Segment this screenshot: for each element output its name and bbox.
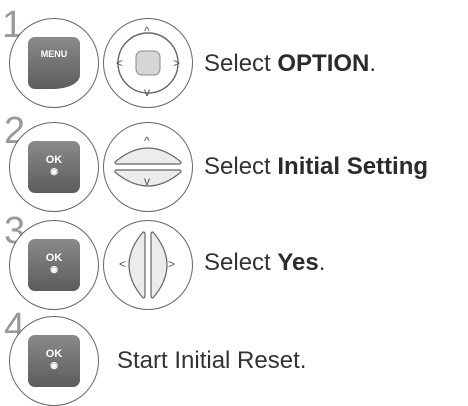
ok-dot-icon: ◉ xyxy=(50,264,58,274)
step-4: 4 OK ◉ Start Initial Reset. xyxy=(0,308,468,406)
arrow-right-icon[interactable]: > xyxy=(173,56,180,70)
menu-button[interactable]: MENU xyxy=(28,37,80,89)
step-3: 3 OK ◉ < > Select Yes. xyxy=(0,212,468,312)
arrow-down-icon[interactable]: v xyxy=(144,85,150,99)
step-1: 1 MENU ^ v < > Select OPTION. xyxy=(0,0,468,108)
left-right-buttons[interactable] xyxy=(103,220,193,310)
ok-label: OK xyxy=(45,252,63,264)
ok-label: OK xyxy=(45,154,63,166)
ok-label: OK xyxy=(45,348,63,360)
step-3-instruction: Select Yes. xyxy=(204,249,326,276)
step-1-instruction: Select OPTION. xyxy=(204,50,377,77)
menu-button-label: MENU xyxy=(40,49,68,59)
ok-button[interactable]: OK ◉ xyxy=(28,335,80,387)
arrow-down-icon[interactable]: v xyxy=(144,174,150,188)
arrow-right-icon[interactable]: > xyxy=(168,257,175,271)
arrow-left-icon[interactable]: < xyxy=(119,257,126,271)
step-2: 2 OK ◉ ^ v Select Initial Setting xyxy=(0,112,468,212)
arrow-left-icon[interactable]: < xyxy=(116,56,123,70)
ok-button[interactable]: OK ◉ xyxy=(28,141,80,193)
arrow-up-icon[interactable]: ^ xyxy=(144,24,150,38)
ok-dot-icon: ◉ xyxy=(50,166,58,176)
step-4-instruction: Start Initial Reset. xyxy=(117,347,307,374)
ok-button[interactable]: OK ◉ xyxy=(28,239,80,291)
arrow-up-icon[interactable]: ^ xyxy=(144,134,150,148)
ok-dot-icon: ◉ xyxy=(50,360,58,370)
step-2-instruction: Select Initial Setting xyxy=(204,153,429,180)
